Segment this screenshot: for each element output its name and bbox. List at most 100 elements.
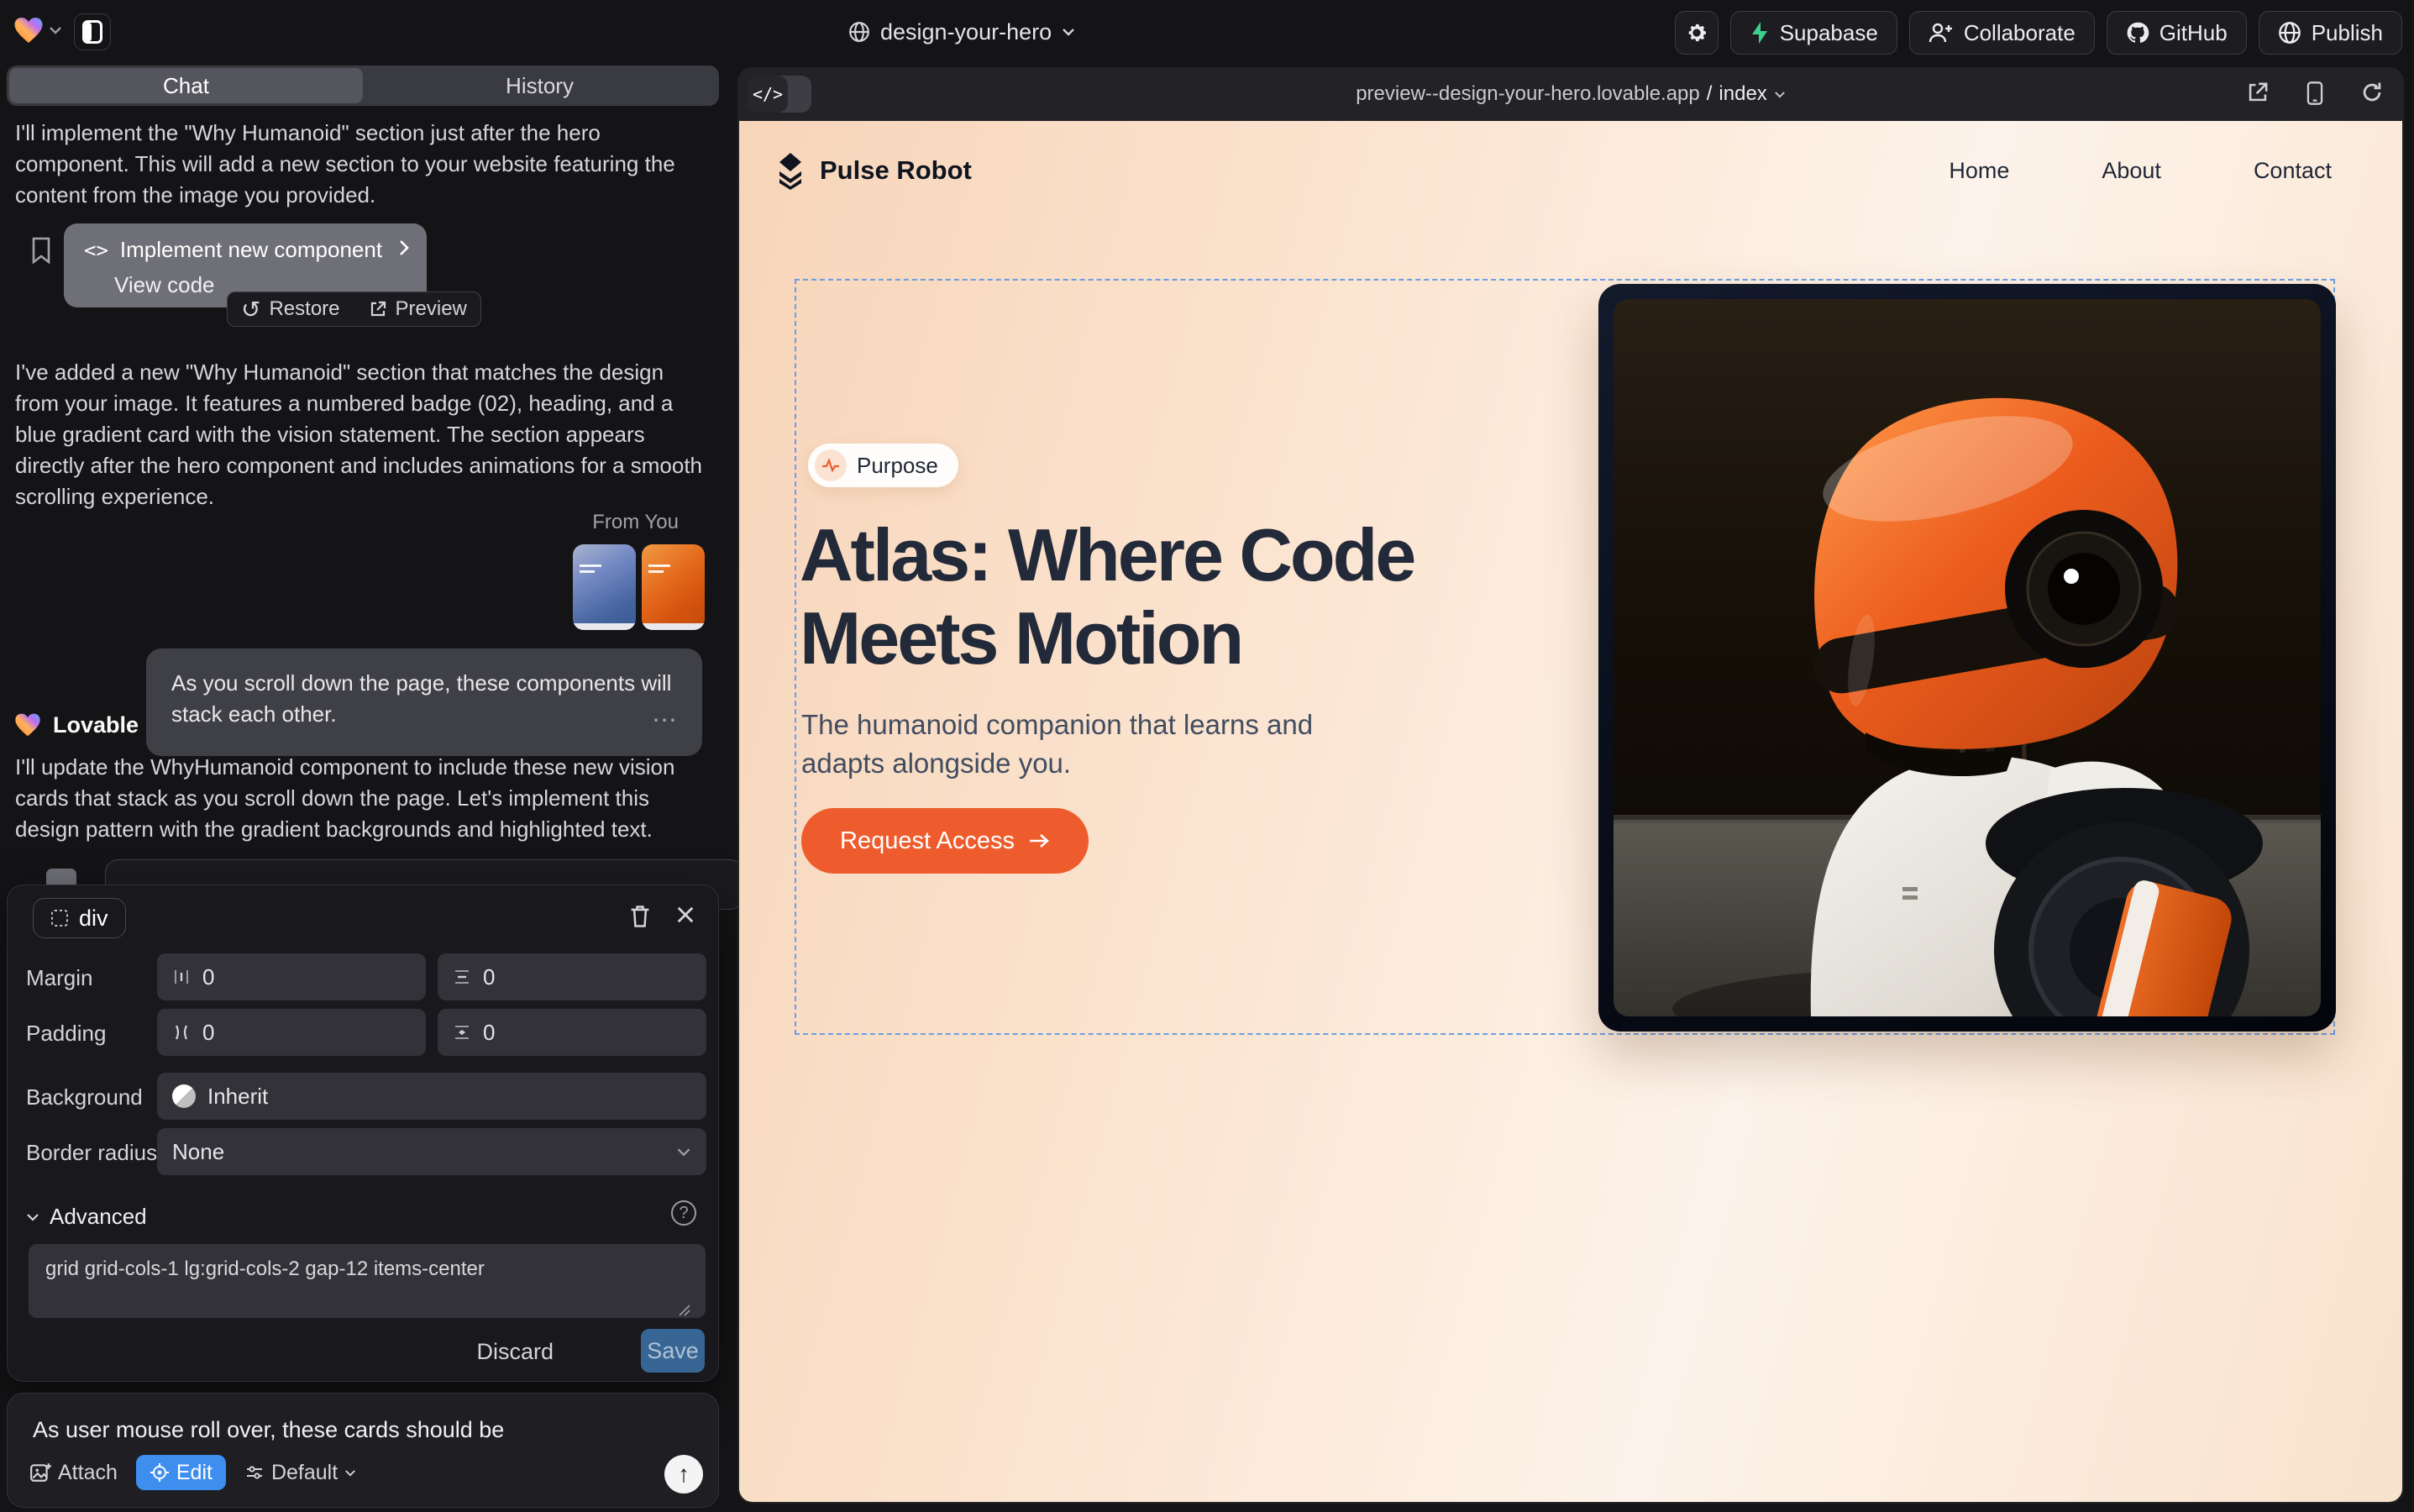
- element-inspector-panel: div Margin 0 0 Padding 0 0 Background: [7, 885, 719, 1382]
- nav-contact[interactable]: Contact: [2254, 158, 2332, 184]
- preview-path: index: [1719, 82, 1766, 106]
- site-canvas: Pulse Robot Home About Contact Purpose A…: [739, 121, 2402, 1502]
- padding-x-input[interactable]: 0: [157, 1009, 426, 1056]
- publish-globe-icon: [2278, 21, 2301, 45]
- chevron-right-icon: [398, 239, 410, 257]
- padding-label: Padding: [26, 1021, 106, 1047]
- assistant-message-1: I'll implement the "Why Humanoid" sectio…: [15, 118, 711, 211]
- globe-icon: [848, 21, 870, 43]
- margin-y-icon: [453, 968, 471, 986]
- publish-button[interactable]: Publish: [2259, 11, 2402, 55]
- gear-icon: [1685, 21, 1708, 45]
- preview-button[interactable]: Preview: [396, 297, 467, 321]
- nav-about[interactable]: About: [2102, 158, 2161, 184]
- hero-heading: Atlas: Where Code Meets Motion: [800, 514, 1488, 680]
- view-code-link[interactable]: View code: [114, 272, 215, 298]
- border-radius-label: Border radius: [26, 1140, 157, 1166]
- request-access-button[interactable]: Request Access: [801, 808, 1089, 874]
- margin-x-icon: [172, 968, 191, 986]
- nav-home[interactable]: Home: [1949, 158, 2009, 184]
- margin-y-input[interactable]: 0: [438, 953, 706, 1000]
- site-logo[interactable]: Pulse Robot: [773, 151, 972, 190]
- send-button[interactable]: ↑: [664, 1455, 703, 1494]
- version-actions: ↺ Restore Preview: [227, 291, 481, 327]
- attach-button[interactable]: Attach: [29, 1461, 118, 1485]
- help-icon[interactable]: ?: [671, 1200, 696, 1226]
- project-name: design-your-hero: [880, 19, 1052, 45]
- more-options-icon[interactable]: ⋯: [652, 706, 680, 735]
- component-card-title: Implement new component: [120, 237, 382, 263]
- sidebar-toggle-icon: [82, 20, 102, 44]
- preview-panel: </> preview--design-your-hero.lovable.ap…: [737, 67, 2404, 1504]
- from-you-label: From You: [7, 511, 679, 534]
- background-swatch: [172, 1084, 196, 1108]
- purpose-badge: Purpose: [808, 444, 958, 487]
- sidebar-toggle-button[interactable]: [74, 13, 111, 50]
- settings-button[interactable]: [1675, 11, 1719, 55]
- assistant-message-2: I've added a new "Why Humanoid" section …: [15, 357, 711, 512]
- lovable-heart-icon: [14, 712, 41, 738]
- restore-button[interactable]: Restore: [269, 297, 339, 321]
- tab-chat[interactable]: Chat: [9, 68, 363, 103]
- collaborate-icon: [1929, 22, 1954, 44]
- default-sliders-icon: [244, 1462, 265, 1483]
- close-icon[interactable]: [674, 904, 696, 926]
- assistant-header: Lovable ⋯: [14, 711, 703, 739]
- discard-button[interactable]: Discard: [476, 1339, 554, 1365]
- github-icon: [2126, 21, 2149, 45]
- chevron-down-icon: [49, 26, 62, 34]
- background-label: Background: [26, 1084, 143, 1110]
- pulse-robot-logo-icon: [773, 151, 808, 190]
- margin-x-input[interactable]: 0: [157, 953, 426, 1000]
- arrow-right-icon: [1028, 832, 1050, 849]
- selected-element-chip[interactable]: div: [33, 898, 126, 938]
- code-icon: <>: [84, 239, 108, 262]
- pulse-icon: [815, 449, 847, 481]
- attachment-thumbnail-blue[interactable]: [573, 544, 636, 630]
- open-in-new-tab-icon[interactable]: [2246, 81, 2270, 104]
- lovable-heart-icon: [13, 16, 44, 45]
- site-header: Pulse Robot Home About Contact: [773, 151, 2369, 193]
- select-chevron-icon: [676, 1147, 691, 1157]
- refresh-icon[interactable]: [2360, 81, 2384, 104]
- border-radius-select[interactable]: None: [157, 1128, 706, 1175]
- advanced-section-toggle[interactable]: Advanced: [26, 1204, 147, 1230]
- project-switcher[interactable]: design-your-hero: [848, 15, 1075, 49]
- lovable-menu-button[interactable]: [13, 12, 62, 49]
- padding-x-icon: [172, 1023, 191, 1042]
- hero-subtext: The humanoid companion that learns and a…: [801, 706, 1389, 783]
- restore-icon: ↺: [241, 296, 260, 323]
- chat-composer: As user mouse roll over, these cards sho…: [7, 1393, 719, 1508]
- model-default-selector[interactable]: Default: [244, 1461, 356, 1485]
- robot-illustration: [1614, 299, 2321, 1016]
- edit-mode-button[interactable]: Edit: [136, 1455, 226, 1490]
- supabase-icon: [1750, 21, 1770, 45]
- background-input[interactable]: Inherit: [157, 1073, 706, 1120]
- github-button[interactable]: GitHub: [2107, 11, 2247, 55]
- tab-history[interactable]: History: [363, 68, 716, 103]
- chevron-down-icon: [1062, 28, 1075, 36]
- bookmark-icon[interactable]: [30, 237, 52, 264]
- chevron-down-icon: [344, 1469, 356, 1477]
- external-link-icon: [369, 300, 387, 318]
- chat-input[interactable]: As user mouse roll over, these cards sho…: [33, 1417, 504, 1443]
- advanced-chevron-icon: [26, 1213, 39, 1221]
- top-bar: design-your-hero Supabase Collaborate: [0, 0, 2414, 66]
- trash-icon[interactable]: [629, 904, 651, 929]
- assistant-name: Lovable: [53, 712, 139, 738]
- padding-y-input[interactable]: 0: [438, 1009, 706, 1056]
- element-tag-icon: [50, 909, 69, 927]
- resize-handle-icon[interactable]: [678, 1304, 691, 1317]
- collaborate-button[interactable]: Collaborate: [1909, 11, 2095, 55]
- save-button[interactable]: Save: [641, 1329, 705, 1373]
- mobile-view-icon[interactable]: [2305, 81, 2325, 106]
- supabase-button[interactable]: Supabase: [1730, 11, 1897, 55]
- preview-url-bar[interactable]: preview--design-your-hero.lovable.app / …: [737, 67, 2404, 121]
- margin-label: Margin: [26, 965, 92, 991]
- edit-target-icon: [150, 1462, 170, 1483]
- preview-url: preview--design-your-hero.lovable.app: [1356, 82, 1700, 106]
- classes-textarea[interactable]: grid grid-cols-1 lg:grid-cols-2 gap-12 i…: [29, 1244, 706, 1318]
- attachment-thumbnail-orange[interactable]: [642, 544, 705, 630]
- chat-history-tabs: Chat History: [7, 66, 719, 106]
- chevron-down-icon: [1774, 91, 1786, 98]
